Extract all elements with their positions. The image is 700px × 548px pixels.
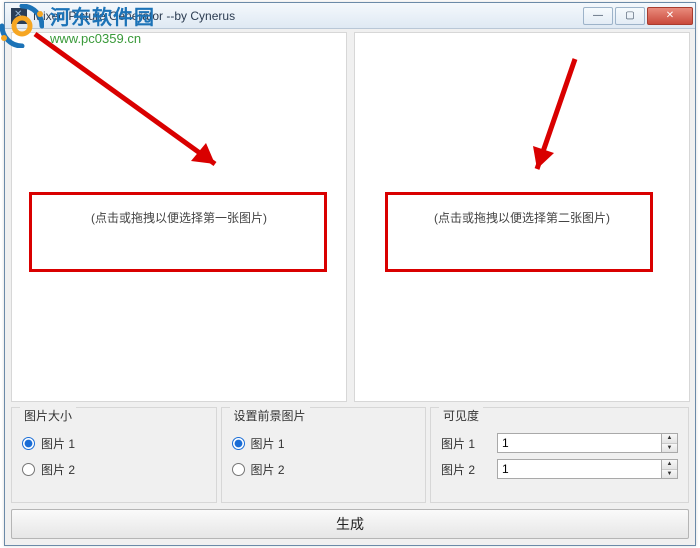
window-title: Mixed Picture Generator --by Cynerus: [33, 9, 583, 23]
size-radio-1-input[interactable]: [22, 437, 35, 450]
dropzone-2-hint: (点击或拖拽以便选择第二张图片): [434, 209, 610, 226]
group-image-size: 图片大小 图片 1 图片 2: [11, 407, 217, 503]
visibility-row-2: 图片 2 ▲▼: [441, 456, 678, 482]
generate-button-label: 生成: [336, 514, 364, 534]
dropzone-1-hint: (点击或拖拽以便选择第一张图片): [91, 209, 267, 226]
visibility-2-spinbuttons[interactable]: ▲▼: [661, 460, 677, 478]
dropzone-image-2[interactable]: (点击或拖拽以便选择第二张图片): [354, 32, 690, 402]
client-area: (点击或拖拽以便选择第一张图片) (点击或拖拽以便选择第二张图片) 图片大小 图…: [5, 29, 695, 545]
fg-radio-2-label: 图片 2: [251, 461, 285, 478]
size-radio-2-label: 图片 2: [41, 461, 75, 478]
group-size-title: 图片大小: [20, 407, 76, 424]
size-radio-2-input[interactable]: [22, 463, 35, 476]
fg-radio-1[interactable]: 图片 1: [232, 430, 416, 456]
group-visibility: 可见度 图片 1 ▲▼ 图片 2 ▲▼: [430, 407, 689, 503]
minimize-button[interactable]: —: [583, 7, 613, 25]
visibility-1-input[interactable]: [498, 434, 661, 452]
settings-row: 图片大小 图片 1 图片 2 设置前景图片 图片 1 图片: [11, 407, 689, 503]
size-radio-2[interactable]: 图片 2: [22, 456, 206, 482]
window-controls: — ▢ ✕: [583, 7, 693, 25]
fg-radio-2[interactable]: 图片 2: [232, 456, 416, 482]
group-visibility-title: 可见度: [439, 407, 483, 424]
visibility-1-spinner[interactable]: ▲▼: [497, 433, 678, 453]
app-icon: [11, 8, 27, 24]
visibility-row-1: 图片 1 ▲▼: [441, 430, 678, 456]
maximize-button[interactable]: ▢: [615, 7, 645, 25]
visibility-1-spinbuttons[interactable]: ▲▼: [661, 434, 677, 452]
size-radio-1[interactable]: 图片 1: [22, 430, 206, 456]
fg-radio-1-input[interactable]: [232, 437, 245, 450]
visibility-2-input[interactable]: [498, 460, 661, 478]
visibility-row-2-label: 图片 2: [441, 461, 491, 478]
fg-radio-2-input[interactable]: [232, 463, 245, 476]
generate-button[interactable]: 生成: [11, 509, 689, 539]
dropzone-image-1[interactable]: (点击或拖拽以便选择第一张图片): [11, 32, 347, 402]
titlebar[interactable]: Mixed Picture Generator --by Cynerus — ▢…: [5, 3, 695, 29]
close-button[interactable]: ✕: [647, 7, 693, 25]
group-foreground: 设置前景图片 图片 1 图片 2: [221, 407, 427, 503]
app-window: Mixed Picture Generator --by Cynerus — ▢…: [4, 2, 696, 546]
visibility-row-1-label: 图片 1: [441, 435, 491, 452]
group-foreground-title: 设置前景图片: [230, 407, 310, 424]
fg-radio-1-label: 图片 1: [251, 435, 285, 452]
visibility-2-spinner[interactable]: ▲▼: [497, 459, 678, 479]
size-radio-1-label: 图片 1: [41, 435, 75, 452]
